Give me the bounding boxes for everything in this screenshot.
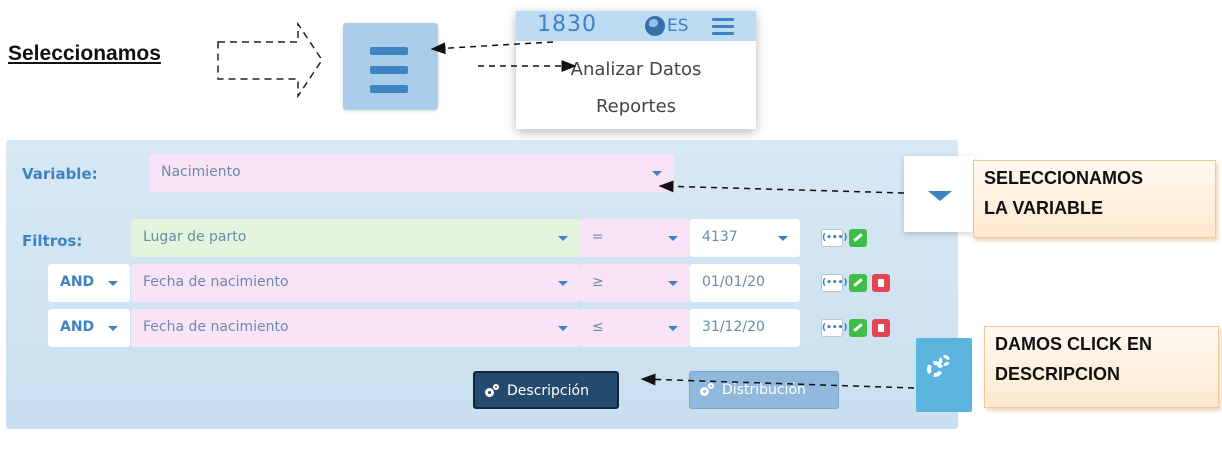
outline-arrow: [217, 21, 323, 99]
guide-arrows: [217, 21, 915, 389]
